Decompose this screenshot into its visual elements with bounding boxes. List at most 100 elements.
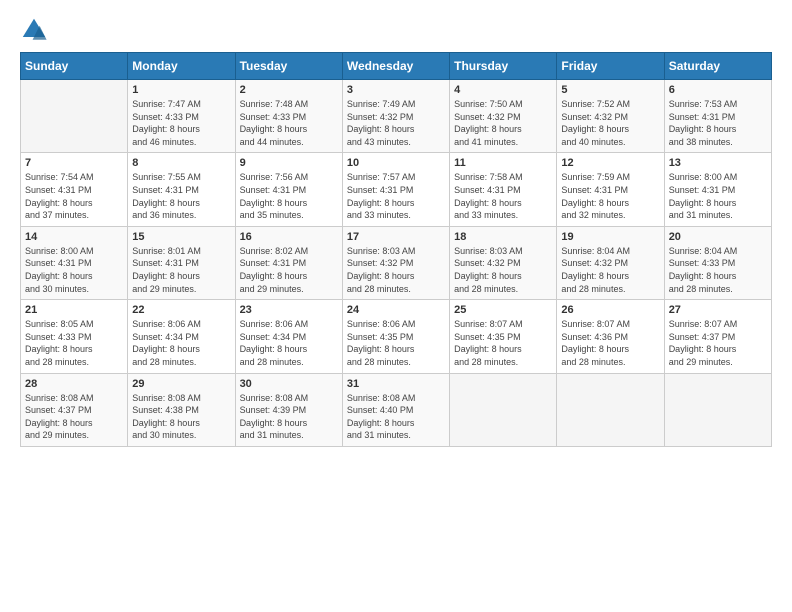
day-number: 15 [132,231,230,243]
day-cell: 10 Sunrise: 7:57 AM Sunset: 4:31 PM Dayli… [342,153,449,226]
day-cell: 1 Sunrise: 7:47 AM Sunset: 4:33 PM Daylig… [128,80,235,153]
col-header-monday: Monday [128,53,235,80]
day-cell: 23 Sunrise: 8:06 AM Sunset: 4:34 PM Dayli… [235,300,342,373]
day-number: 6 [669,84,767,96]
day-cell: 25 Sunrise: 8:07 AM Sunset: 4:35 PM Dayli… [450,300,557,373]
day-number: 11 [454,157,552,169]
day-cell: 18Sunrise: 8:03 AM Sunset: 4:32 PM Dayli… [450,226,557,299]
logo [20,16,48,44]
day-info: Sunrise: 8:04 AM Sunset: 4:33 PM Dayligh… [669,245,767,295]
day-info: Sunrise: 8:08 AM Sunset: 4:40 PM Dayligh… [347,392,445,442]
week-row-3: 14 Sunrise: 8:00 AM Sunset: 4:31 PM Dayli… [21,226,772,299]
day-cell: 30 Sunrise: 8:08 AM Sunset: 4:39 PM Dayli… [235,373,342,446]
day-info: Sunrise: 8:07 AM Sunset: 4:36 PM Dayligh… [561,318,659,368]
day-info: Sunrise: 8:03 AM Sunset: 4:32 PM Dayligh… [347,245,445,295]
day-cell: 6 Sunrise: 7:53 AM Sunset: 4:31 PM Daylig… [664,80,771,153]
day-cell: 26 Sunrise: 8:07 AM Sunset: 4:36 PM Dayli… [557,300,664,373]
day-number: 4 [454,84,552,96]
day-info: Sunrise: 7:48 AM Sunset: 4:33 PM Dayligh… [240,98,338,148]
page: SundayMondayTuesdayWednesdayThursdayFrid… [0,0,792,612]
day-cell: 17 Sunrise: 8:03 AM Sunset: 4:32 PM Dayli… [342,226,449,299]
week-row-1: 1 Sunrise: 7:47 AM Sunset: 4:33 PM Daylig… [21,80,772,153]
week-row-4: 21Sunrise: 8:05 AM Sunset: 4:33 PM Dayli… [21,300,772,373]
day-info: Sunrise: 8:05 AM Sunset: 4:33 PM Dayligh… [25,318,123,368]
day-cell [557,373,664,446]
day-info: Sunrise: 8:01 AM Sunset: 4:31 PM Dayligh… [132,245,230,295]
day-info: Sunrise: 8:02 AM Sunset: 4:31 PM Dayligh… [240,245,338,295]
day-info: Sunrise: 7:47 AM Sunset: 4:33 PM Dayligh… [132,98,230,148]
day-number: 27 [669,304,767,316]
day-number: 13 [669,157,767,169]
day-info: Sunrise: 7:52 AM Sunset: 4:32 PM Dayligh… [561,98,659,148]
day-number: 14 [25,231,123,243]
day-info: Sunrise: 7:55 AM Sunset: 4:31 PM Dayligh… [132,171,230,221]
day-info: Sunrise: 8:08 AM Sunset: 4:37 PM Dayligh… [25,392,123,442]
day-number: 30 [240,378,338,390]
col-header-saturday: Saturday [664,53,771,80]
day-cell: 19 Sunrise: 8:04 AM Sunset: 4:32 PM Dayli… [557,226,664,299]
day-cell: 27 Sunrise: 8:07 AM Sunset: 4:37 PM Dayli… [664,300,771,373]
col-header-sunday: Sunday [21,53,128,80]
col-header-wednesday: Wednesday [342,53,449,80]
day-info: Sunrise: 8:08 AM Sunset: 4:39 PM Dayligh… [240,392,338,442]
day-cell: 8 Sunrise: 7:55 AM Sunset: 4:31 PM Daylig… [128,153,235,226]
day-number: 19 [561,231,659,243]
day-cell: 22Sunrise: 8:06 AM Sunset: 4:34 PM Dayli… [128,300,235,373]
day-number: 31 [347,378,445,390]
day-cell: 24 Sunrise: 8:06 AM Sunset: 4:35 PM Dayli… [342,300,449,373]
header-row: SundayMondayTuesdayWednesdayThursdayFrid… [21,53,772,80]
day-info: Sunrise: 7:57 AM Sunset: 4:31 PM Dayligh… [347,171,445,221]
day-info: Sunrise: 7:59 AM Sunset: 4:31 PM Dayligh… [561,171,659,221]
logo-icon [20,16,48,44]
day-info: Sunrise: 8:08 AM Sunset: 4:38 PM Dayligh… [132,392,230,442]
day-number: 23 [240,304,338,316]
day-info: Sunrise: 7:58 AM Sunset: 4:31 PM Dayligh… [454,171,552,221]
day-cell: 28 Sunrise: 8:08 AM Sunset: 4:37 PM Dayli… [21,373,128,446]
day-info: Sunrise: 8:04 AM Sunset: 4:32 PM Dayligh… [561,245,659,295]
day-info: Sunrise: 8:00 AM Sunset: 4:31 PM Dayligh… [669,171,767,221]
day-cell: 29 Sunrise: 8:08 AM Sunset: 4:38 PM Dayli… [128,373,235,446]
day-number: 8 [132,157,230,169]
day-cell [21,80,128,153]
day-cell: 20Sunrise: 8:04 AM Sunset: 4:33 PM Dayli… [664,226,771,299]
day-info: Sunrise: 8:07 AM Sunset: 4:37 PM Dayligh… [669,318,767,368]
day-number: 5 [561,84,659,96]
day-info: Sunrise: 8:06 AM Sunset: 4:34 PM Dayligh… [240,318,338,368]
day-number: 22 [132,304,230,316]
day-number: 7 [25,157,123,169]
day-info: Sunrise: 7:50 AM Sunset: 4:32 PM Dayligh… [454,98,552,148]
day-info: Sunrise: 7:49 AM Sunset: 4:32 PM Dayligh… [347,98,445,148]
day-info: Sunrise: 8:00 AM Sunset: 4:31 PM Dayligh… [25,245,123,295]
day-cell: 31 Sunrise: 8:08 AM Sunset: 4:40 PM Dayli… [342,373,449,446]
day-number: 2 [240,84,338,96]
day-cell: 13 Sunrise: 8:00 AM Sunset: 4:31 PM Dayli… [664,153,771,226]
day-info: Sunrise: 8:06 AM Sunset: 4:35 PM Dayligh… [347,318,445,368]
day-number: 3 [347,84,445,96]
day-cell: 21Sunrise: 8:05 AM Sunset: 4:33 PM Dayli… [21,300,128,373]
day-number: 25 [454,304,552,316]
day-cell: 7 Sunrise: 7:54 AM Sunset: 4:31 PM Daylig… [21,153,128,226]
day-number: 16 [240,231,338,243]
day-info: Sunrise: 7:56 AM Sunset: 4:31 PM Dayligh… [240,171,338,221]
day-number: 10 [347,157,445,169]
day-number: 18 [454,231,552,243]
calendar-table: SundayMondayTuesdayWednesdayThursdayFrid… [20,52,772,447]
day-cell: 3 Sunrise: 7:49 AM Sunset: 4:32 PM Daylig… [342,80,449,153]
day-info: Sunrise: 8:07 AM Sunset: 4:35 PM Dayligh… [454,318,552,368]
day-cell: 11 Sunrise: 7:58 AM Sunset: 4:31 PM Dayli… [450,153,557,226]
day-cell [450,373,557,446]
day-number: 29 [132,378,230,390]
day-number: 9 [240,157,338,169]
day-number: 1 [132,84,230,96]
day-info: Sunrise: 7:54 AM Sunset: 4:31 PM Dayligh… [25,171,123,221]
day-cell: 12Sunrise: 7:59 AM Sunset: 4:31 PM Dayli… [557,153,664,226]
day-cell: 2 Sunrise: 7:48 AM Sunset: 4:33 PM Daylig… [235,80,342,153]
day-number: 17 [347,231,445,243]
header [20,16,772,44]
day-number: 24 [347,304,445,316]
day-cell: 15 Sunrise: 8:01 AM Sunset: 4:31 PM Dayli… [128,226,235,299]
day-number: 26 [561,304,659,316]
day-number: 28 [25,378,123,390]
day-cell: 16 Sunrise: 8:02 AM Sunset: 4:31 PM Dayli… [235,226,342,299]
day-info: Sunrise: 7:53 AM Sunset: 4:31 PM Dayligh… [669,98,767,148]
